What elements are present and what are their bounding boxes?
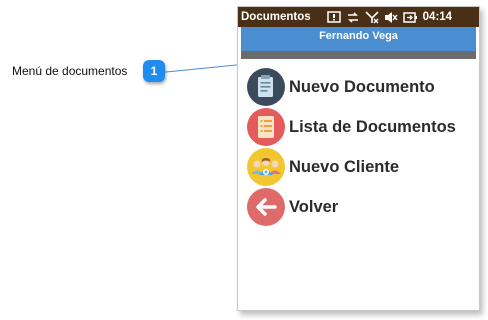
- notification-icon[interactable]: [326, 10, 341, 24]
- battery-icon[interactable]: [402, 11, 417, 24]
- new-document-icon: [246, 67, 286, 107]
- document-list-icon: [246, 107, 286, 147]
- menu-item-label: Lista de Documentos: [289, 117, 456, 136]
- menu-item-nuevo-cliente[interactable]: Nuevo Cliente: [246, 147, 476, 187]
- separator-bar: [241, 51, 476, 59]
- menu-item-label: Nuevo Cliente: [289, 157, 400, 176]
- menu-item-nuevo-documento[interactable]: Nuevo Documento: [246, 67, 476, 107]
- user-name: Fernando Vega: [319, 30, 398, 42]
- device-screen: Documentos 04:14 Fernando Vega Nuevo Doc…: [237, 6, 480, 311]
- documents-menu: Nuevo Documento Lista de Documentos Nuev…: [246, 67, 476, 227]
- menu-item-volver[interactable]: Volver: [246, 187, 476, 227]
- new-client-icon: [246, 147, 286, 187]
- no-signal-icon[interactable]: [365, 10, 379, 24]
- menu-item-lista-documentos[interactable]: Lista de Documentos: [246, 107, 476, 147]
- back-arrow-icon: [246, 187, 286, 227]
- callout-badge: 1: [143, 60, 165, 82]
- menu-item-label: Volver: [289, 197, 339, 216]
- app-title: Documentos: [241, 11, 311, 23]
- volume-mute-icon[interactable]: [384, 11, 398, 24]
- status-bar: Documentos 04:14: [238, 7, 479, 27]
- callout-label: Menú de documentos: [12, 64, 128, 78]
- menu-item-label: Nuevo Documento: [289, 77, 435, 96]
- clock: 04:14: [422, 11, 453, 23]
- connectivity-icon[interactable]: [346, 11, 360, 24]
- user-name-bar: Fernando Vega: [241, 27, 476, 51]
